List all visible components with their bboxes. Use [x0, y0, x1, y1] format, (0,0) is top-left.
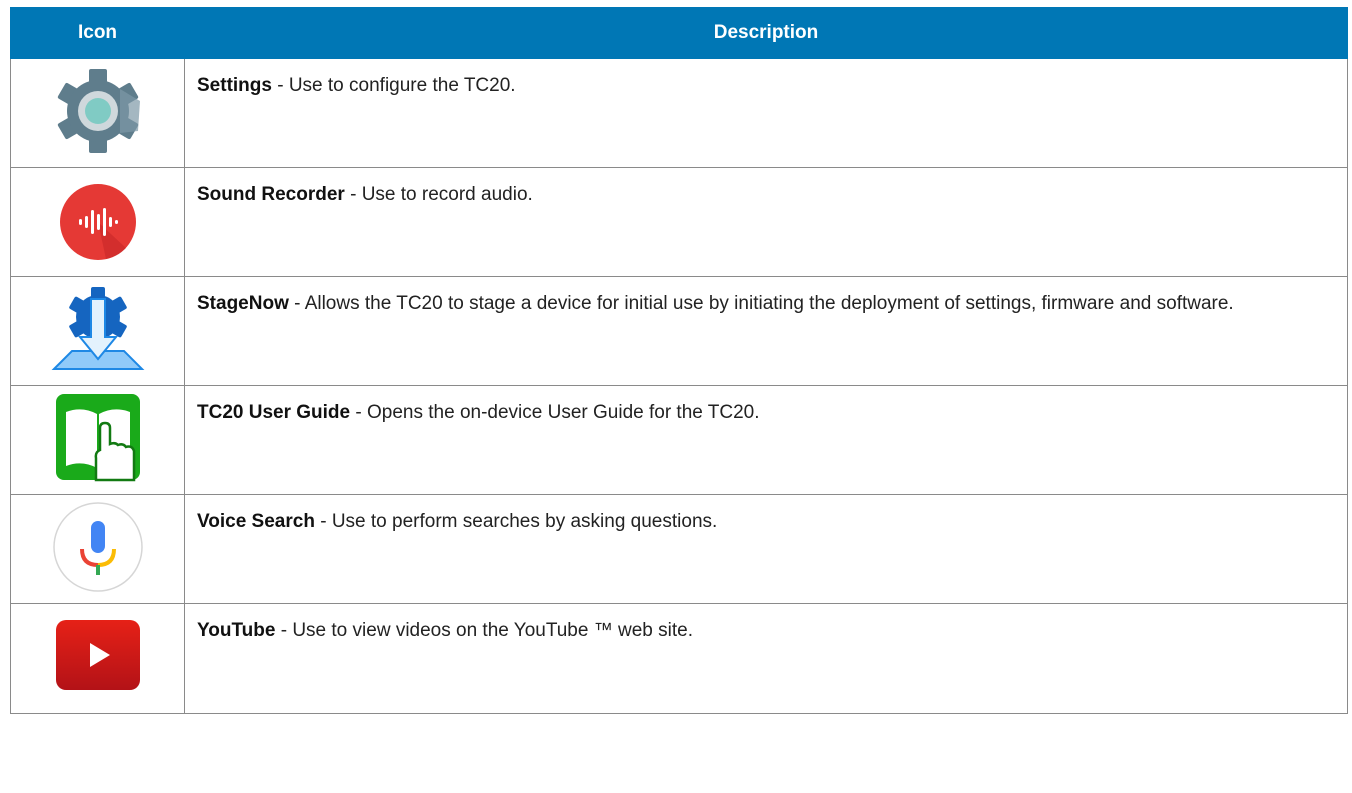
- description-cell: Sound Recorder - Use to record audio.: [184, 167, 1348, 277]
- description-cell: Settings - Use to configure the TC20.: [184, 58, 1348, 168]
- icon-cell: [10, 276, 185, 386]
- header-description: Description: [184, 7, 1348, 59]
- icon-cell: [10, 167, 185, 277]
- stagenow-icon: [48, 279, 148, 379]
- icon-cell: [10, 494, 185, 604]
- app-description: - Use to record audio.: [344, 184, 533, 205]
- sound-recorder-icon: [48, 170, 148, 270]
- icon-cell: [10, 385, 185, 495]
- description-cell: TC20 User Guide - Opens the on-device Us…: [184, 385, 1348, 495]
- description-cell: Voice Search - Use to perform searches b…: [184, 494, 1348, 604]
- table-row: Voice Search - Use to perform searches b…: [10, 494, 1348, 604]
- table-row: StageNow - Allows the TC20 to stage a de…: [10, 276, 1348, 386]
- app-name: TC20 User Guide: [197, 402, 351, 423]
- microphone-icon: [48, 497, 148, 597]
- description-cell: StageNow - Allows the TC20 to stage a de…: [184, 276, 1348, 386]
- app-description: - Allows the TC20 to stage a device for …: [288, 293, 1234, 314]
- description-cell: YouTube - Use to view videos on the YouT…: [184, 603, 1348, 714]
- app-icons-table: Icon Description Settings - Use to confi…: [10, 7, 1348, 714]
- header-icon: Icon: [10, 7, 185, 59]
- app-description: - Opens the on-device User Guide for the…: [350, 402, 760, 423]
- table-row: Sound Recorder - Use to record audio.: [10, 167, 1348, 277]
- app-description: - Use to view videos on the YouTube ™ we…: [275, 620, 693, 641]
- app-name: StageNow: [197, 293, 289, 314]
- app-name: Sound Recorder: [197, 184, 345, 205]
- youtube-play-icon: [48, 606, 148, 706]
- app-description: - Use to configure the TC20.: [271, 75, 516, 96]
- app-name: YouTube: [197, 620, 276, 641]
- settings-gear-icon: [48, 61, 148, 161]
- table-header-row: Icon Description: [10, 7, 1348, 59]
- app-name: Settings: [197, 75, 272, 96]
- app-name: Voice Search: [197, 511, 315, 532]
- table-row: Settings - Use to configure the TC20.: [10, 58, 1348, 168]
- icon-cell: [10, 58, 185, 168]
- icon-cell: [10, 603, 185, 714]
- table-row: TC20 User Guide - Opens the on-device Us…: [10, 385, 1348, 495]
- app-description: - Use to perform searches by asking ques…: [314, 511, 718, 532]
- table-row: YouTube - Use to view videos on the YouT…: [10, 603, 1348, 714]
- user-guide-book-icon: [48, 388, 148, 488]
